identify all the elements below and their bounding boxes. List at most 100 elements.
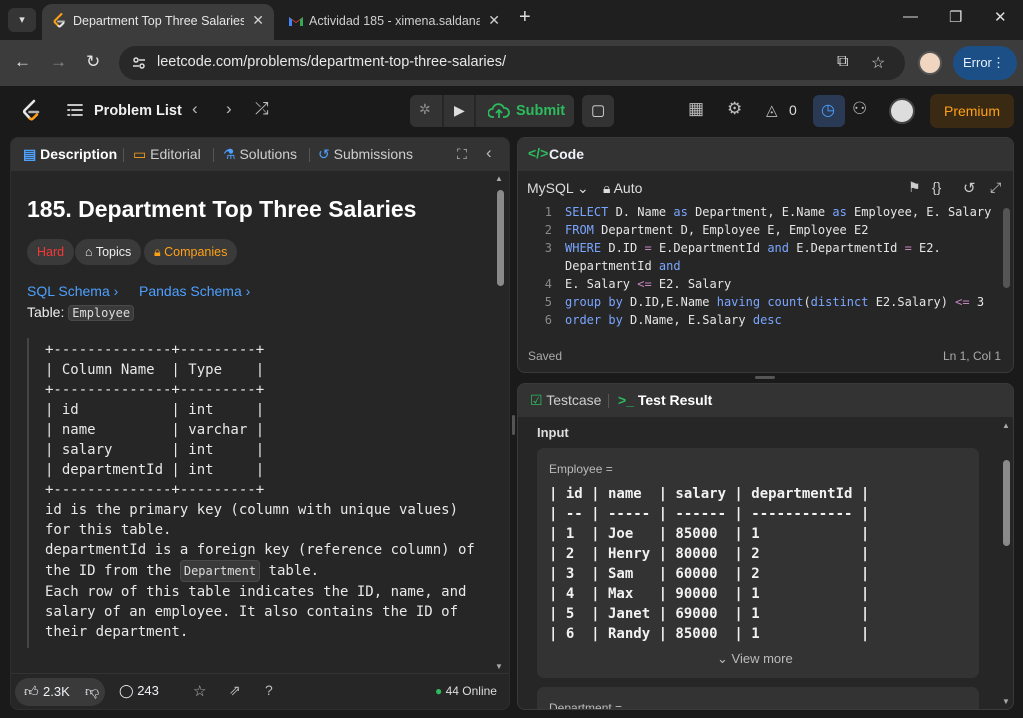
submit-label: Submit xyxy=(516,103,566,119)
tab-editorial[interactable]: ▭ Editorial xyxy=(133,146,201,163)
tab-submissions[interactable]: ↺ Submissions xyxy=(318,146,413,163)
tab-test-result[interactable]: >_ Test Result xyxy=(618,392,712,408)
bookmark-icon[interactable]: ⚑ xyxy=(908,179,921,196)
notes-button[interactable]: ▢ xyxy=(582,95,614,127)
close-tab-icon[interactable]: ✕ xyxy=(488,4,500,36)
lock-icon: 🔒︎ xyxy=(154,245,161,259)
code-title: Code xyxy=(549,146,584,162)
line-number: 4 xyxy=(544,277,552,291)
thumbs-down-icon[interactable]: 👎︎ xyxy=(85,683,99,700)
tab-search-button[interactable]: ▾ xyxy=(8,8,36,32)
code-editor[interactable]: 1 SELECT D. Name as Department, E.Name as… xyxy=(518,205,1013,331)
language-label: MySQL xyxy=(527,180,574,196)
cloud-upload-icon xyxy=(488,103,510,118)
scroll-up-icon[interactable]: ▲ xyxy=(495,174,503,183)
premium-button[interactable]: Premium xyxy=(930,94,1014,128)
error-button[interactable]: Error ⋮ xyxy=(953,46,1017,80)
settings-gear-icon[interactable]: ⚙ xyxy=(727,99,742,119)
companies-chip[interactable]: 🔒︎ Companies xyxy=(144,239,238,265)
code-line[interactable]: DepartmentId and xyxy=(565,259,681,273)
user-avatar[interactable] xyxy=(889,98,915,124)
favorite-star-icon[interactable]: ☆ xyxy=(193,682,206,700)
table-label-line: Table: Employee xyxy=(27,304,135,321)
code-line[interactable]: E. Salary <= E2. Salary xyxy=(565,277,731,291)
input-label: Input xyxy=(537,425,569,440)
comments-button[interactable]: ◯ 243 xyxy=(119,683,159,699)
tab-testcase[interactable]: ☑ Testcase xyxy=(530,392,601,409)
topics-chip[interactable]: ⌂ Topics xyxy=(75,239,142,265)
terminal-icon: >_ xyxy=(618,392,634,408)
chevron-right-icon: › xyxy=(245,283,251,299)
submit-button[interactable]: Submit xyxy=(476,95,574,127)
language-select[interactable]: MySQL ⌄ xyxy=(527,180,589,197)
code-line[interactable]: order by D.Name, E.Salary desc xyxy=(565,313,782,327)
profile-avatar[interactable] xyxy=(918,51,942,75)
shuffle-icon[interactable]: ⤮ xyxy=(255,99,269,119)
prev-problem-chevron-icon[interactable]: ‹ xyxy=(192,99,198,119)
table-label: Table: xyxy=(27,304,65,320)
add-friend-icon[interactable]: ⚇ xyxy=(852,99,867,119)
code-panel: </> Code MySQL ⌄ 🔒︎ Auto ⚑ {} ↺ ⤢ 1 SELEC… xyxy=(517,137,1014,373)
reload-icon[interactable]: ↻ xyxy=(86,52,100,72)
format-braces-icon[interactable]: {} xyxy=(932,179,941,195)
vertical-resize-handle[interactable] xyxy=(755,376,775,379)
problem-list-icon[interactable] xyxy=(66,101,84,119)
share-icon[interactable]: ⇗ xyxy=(229,682,241,699)
pandas-schema-link[interactable]: Pandas Schema › xyxy=(139,283,250,299)
layout-grid-icon[interactable]: ▦ xyxy=(688,99,704,119)
code-line[interactable]: SELECT D. Name as Department, E.Name as … xyxy=(565,205,991,219)
tab-description[interactable]: ▤ Description xyxy=(23,146,117,163)
minimize-icon[interactable]: — xyxy=(903,8,918,25)
error-label: Error xyxy=(963,55,992,70)
reset-icon[interactable]: ↺ xyxy=(963,179,976,197)
run-button[interactable]: ▶ xyxy=(444,95,474,127)
timer-button[interactable]: ◷ xyxy=(813,95,845,127)
auto-mode-toggle[interactable]: 🔒︎ Auto xyxy=(603,180,642,197)
scroll-down-icon[interactable]: ▼ xyxy=(1002,697,1010,706)
browser-tab-inactive[interactable]: Actividad 185 - ximena.saldana ✕ xyxy=(278,4,510,40)
collapse-chevron-icon[interactable]: ‹ xyxy=(486,143,492,163)
forward-arrow-icon[interactable]: → xyxy=(50,52,67,72)
schema-description: id is the primary key (column with uniqu… xyxy=(45,500,485,642)
table-name-code: Employee xyxy=(68,305,135,321)
pandas-schema-label: Pandas Schema xyxy=(139,283,242,299)
translate-icon[interactable]: ⧉ xyxy=(837,53,848,71)
bookmark-star-icon[interactable]: ☆ xyxy=(871,53,885,73)
horizontal-resize-handle[interactable] xyxy=(512,415,515,435)
back-arrow-icon[interactable]: ← xyxy=(14,52,31,72)
browser-tab-strip: ▾ Department Top Three Salaries ✕ Activi… xyxy=(0,0,1023,40)
streak-flame-icon[interactable]: ◬ xyxy=(766,101,778,119)
code-scrollbar[interactable] xyxy=(1003,208,1010,288)
address-bar[interactable]: leetcode.com/problems/department-top-thr… xyxy=(119,46,905,80)
employee-label: Employee = xyxy=(549,462,613,476)
double-chevron-down-icon: ⌄ xyxy=(717,651,728,666)
department-input-box: Department = xyxy=(537,687,979,709)
expand-icon[interactable]: ⤢ xyxy=(990,179,1001,196)
leetcode-logo-icon[interactable] xyxy=(20,99,44,125)
close-window-icon[interactable]: ✕ xyxy=(994,8,1007,26)
like-count: 2.3K xyxy=(43,684,70,699)
new-tab-plus-icon[interactable]: + xyxy=(519,6,531,29)
scroll-down-icon[interactable]: ▼ xyxy=(495,662,503,671)
restore-icon[interactable]: ❐ xyxy=(949,8,962,26)
code-line[interactable]: FROM Department D, Employee E, Employee … xyxy=(565,223,868,237)
test-scrollbar[interactable] xyxy=(1003,460,1010,546)
sql-schema-link[interactable]: SQL Schema › xyxy=(27,283,118,299)
site-info-icon[interactable] xyxy=(131,55,147,71)
view-more-button[interactable]: ⌄ View more xyxy=(717,651,793,667)
code-line[interactable]: WHERE D.ID = E.DepartmentId and E.Depart… xyxy=(565,241,941,255)
code-line[interactable]: group by D.ID,E.Name having count(distin… xyxy=(565,295,984,309)
close-tab-icon[interactable]: ✕ xyxy=(252,4,264,36)
scroll-up-icon[interactable]: ▲ xyxy=(1002,421,1010,430)
description-tabs: ▤ Description ▭ Editorial ⚗ Solutions ↺ … xyxy=(11,138,509,171)
debug-button[interactable]: ✲ xyxy=(410,95,442,127)
code-header: </> Code xyxy=(518,138,1013,171)
thumbs-up-icon[interactable]: 👍︎ xyxy=(24,683,39,700)
help-icon[interactable]: ? xyxy=(265,682,273,698)
fullscreen-icon[interactable]: ⛶ xyxy=(457,146,467,163)
problem-list-link[interactable]: Problem List xyxy=(94,103,182,119)
description-scrollbar[interactable] xyxy=(497,190,504,286)
tab-solutions[interactable]: ⚗ Solutions xyxy=(223,146,297,163)
browser-tab-active[interactable]: Department Top Three Salaries ✕ xyxy=(42,4,274,40)
next-problem-chevron-icon[interactable]: › xyxy=(226,99,232,119)
